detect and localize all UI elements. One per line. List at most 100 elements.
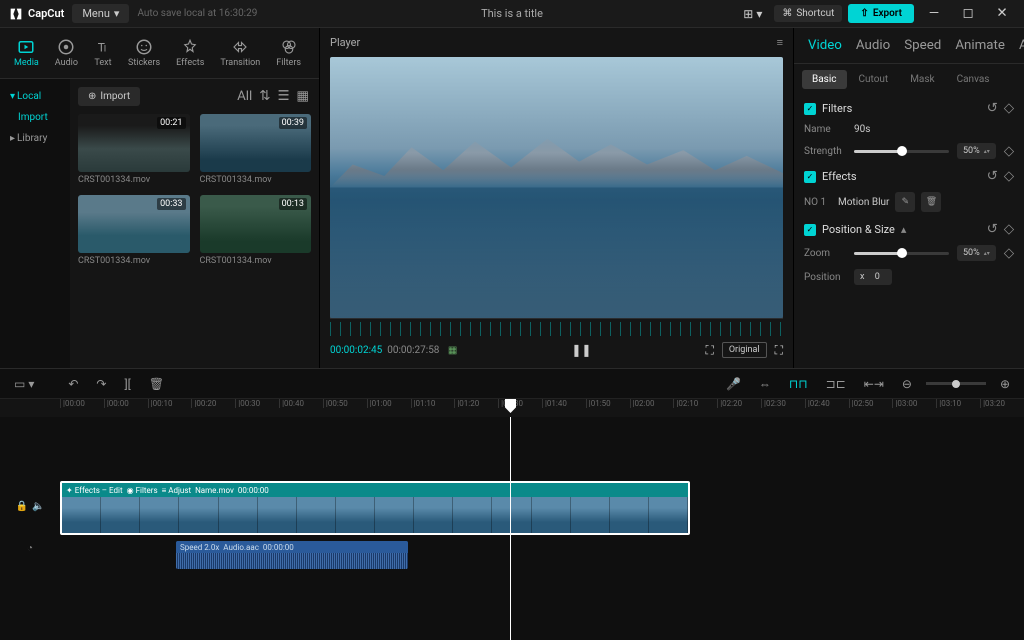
shortcut-button[interactable]: ⌘ Shortcut [774,5,842,22]
current-time: 00:00:02:45 [330,345,382,356]
reset-icon[interactable]: ↺ [987,222,998,237]
tab-audio[interactable]: Audio [49,34,84,72]
strength-value[interactable]: 50%▴▾ [957,143,996,159]
menu-button[interactable]: Menu ▾ [72,4,129,23]
link-icon[interactable]: ⇔ [755,375,775,393]
effects-checkbox[interactable]: ✓ [804,171,816,183]
delete-button[interactable]: 🗑 [145,375,168,393]
pos-x[interactable]: x 0 [854,269,892,285]
tab-stickers[interactable]: Stickers [122,34,166,72]
import-button[interactable]: ⊕Import [78,87,140,106]
zoom-slider[interactable] [854,252,949,255]
reset-icon[interactable]: ↺ [987,169,998,184]
keyframe-icon[interactable]: ◇ [1004,169,1014,184]
clip-tag-filters: ◉ Filters [127,486,158,495]
media-item[interactable]: 00:13 CRST001334.mov [200,195,312,266]
play-pause-button[interactable]: ❚❚ [571,343,591,357]
filter-all[interactable]: All [235,87,254,106]
ruler-mark: |02:40 [805,399,849,408]
tab-filters[interactable]: Filters [270,34,307,72]
selection-tool[interactable]: ▭ ▾ [10,375,38,393]
mic-icon[interactable]: 🎤 [722,375,745,393]
position-checkbox[interactable]: ✓ [804,224,816,236]
sort-icon[interactable]: ⇅ [257,87,272,106]
prop-tab-animate[interactable]: Animate [949,34,1011,57]
player-viewport[interactable] [330,57,783,318]
zoom-out-icon[interactable]: ⊖ [898,375,916,393]
total-time: 00:00:27:58 [385,345,440,356]
subtab-cutout[interactable]: Cutout [849,70,899,89]
original-button[interactable]: Original [722,342,767,358]
video-track-label[interactable]: 🔒🔈 [0,481,60,531]
keyframe-icon[interactable]: ◇ [1004,144,1014,159]
audio-clip[interactable]: Speed 2.0x Audio.aac 00:00:00 [176,541,408,569]
ruler-mark: |00:50 [323,399,367,408]
effect-index: NO 1 [804,197,832,208]
mute-icon[interactable]: 🔈 [32,501,44,512]
prop-tab-adjust[interactable]: Adjust [1013,34,1024,57]
snap-icon[interactable]: ⊓⊓ [785,375,812,393]
keyframe-icon[interactable]: ◇ [1004,101,1014,116]
player-scrubber[interactable] [330,322,783,336]
lock-icon[interactable]: 🔒 [16,501,28,512]
tab-text[interactable]: TIText [88,34,118,72]
clip-tag-adjust: ≡ Adjust [162,486,191,495]
strength-slider[interactable] [854,150,949,153]
clip-name: Name.mov [195,486,234,495]
name-label: Name [804,124,846,135]
app-name: CapCut [28,7,64,20]
media-item[interactable]: 00:33 CRST001334.mov [78,195,190,266]
prop-tab-audio[interactable]: Audio [850,34,896,57]
subtab-canvas[interactable]: Canvas [947,70,1000,89]
tab-transition[interactable]: Transition [214,34,266,72]
media-duration: 00:33 [157,198,185,210]
media-item[interactable]: 00:21 CRST001334.mov [78,114,190,185]
magnet-icon[interactable]: ⊐⊏ [822,375,850,393]
player-title: Player [330,36,360,49]
grid-icon[interactable]: ▦ [448,345,457,356]
export-button[interactable]: ⇧ Export [848,4,914,23]
timeline-zoom-slider[interactable] [926,382,986,385]
player-menu-icon[interactable]: ≡ [777,36,783,49]
tab-effects[interactable]: Effects [170,34,210,72]
keyframe-icon[interactable]: ◇ [1004,246,1014,261]
filters-checkbox[interactable]: ✓ [804,103,816,115]
video-clip[interactable]: ✦ Effects – Edit ◉ Filters ≡ Adjust Name… [60,481,690,535]
playhead[interactable] [510,417,511,640]
edit-icon[interactable]: ✎ [895,192,915,212]
close-button[interactable]: ✕ [988,4,1016,24]
align-icon[interactable]: ⇤⇥ [860,375,888,393]
keyframe-icon[interactable]: ◇ [1004,222,1014,237]
split-button[interactable]: ][ [120,375,134,393]
crop-icon[interactable]: ⛶ [705,343,713,358]
zoom-in-icon[interactable]: ⊕ [996,375,1014,393]
nav-library[interactable]: ▸Library [0,127,70,150]
filter-name: 90s [854,124,870,135]
undo-button[interactable]: ↶ [64,375,82,393]
zoom-value[interactable]: 50%▴▾ [957,245,996,261]
project-title[interactable]: This is a title [481,7,543,20]
prop-tab-video[interactable]: Video [802,34,848,57]
view-grid-icon[interactable]: ▦ [294,87,311,106]
subtab-mask[interactable]: Mask [900,70,944,89]
maximize-button[interactable]: ◻ [954,4,982,24]
view-list-icon[interactable]: ☰ [275,87,291,106]
tab-media[interactable]: Media [8,34,45,72]
reset-icon[interactable]: ↺ [987,101,998,116]
layout-icon[interactable]: ⊞ ▾ [737,3,768,25]
delete-icon[interactable]: 🗑 [921,192,941,212]
minimize-button[interactable]: — [920,4,948,24]
stickers-icon [135,38,153,56]
nav-local[interactable]: ▾Local [0,85,70,108]
subtab-basic[interactable]: Basic [802,70,847,89]
chevron-right-icon: ▸ [10,133,15,144]
nav-import[interactable]: Import [0,108,70,127]
clip-tag-effects: ✦ Effects – Edit [66,486,123,495]
fullscreen-icon[interactable]: ⛶ [775,343,783,358]
media-item[interactable]: 00:39 CRST001334.mov [200,114,312,185]
redo-button[interactable]: ↷ [92,375,110,393]
collapse-icon[interactable]: ▴ [901,223,907,236]
audio-track-label[interactable]: ◔ [0,531,60,565]
ruler-mark: |01:40 [542,399,586,408]
prop-tab-speed[interactable]: Speed [898,34,947,57]
